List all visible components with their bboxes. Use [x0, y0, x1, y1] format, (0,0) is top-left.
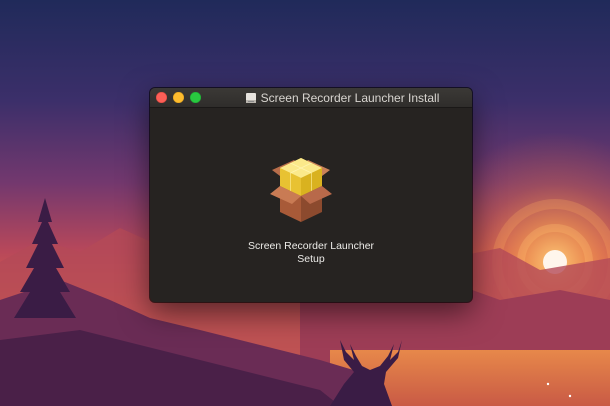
window-title-text: Screen Recorder Launcher Install [260, 90, 440, 105]
package-label-line1: Screen Recorder Launcher [247, 240, 375, 252]
package-label-line2: Setup [297, 253, 325, 265]
disk-image-icon [245, 92, 256, 103]
window-title: Screen Recorder Launcher Install [218, 88, 466, 107]
window-titlebar[interactable]: Screen Recorder Launcher Install [150, 88, 472, 108]
package-box-icon[interactable] [268, 156, 334, 224]
installer-window: Screen Recorder Launcher Install Screen … [150, 88, 472, 302]
minimize-button[interactable] [173, 92, 184, 103]
close-button[interactable] [156, 92, 167, 103]
package-label: Screen Recorder Launcher Setup [150, 240, 472, 266]
maximize-button[interactable] [190, 92, 201, 103]
